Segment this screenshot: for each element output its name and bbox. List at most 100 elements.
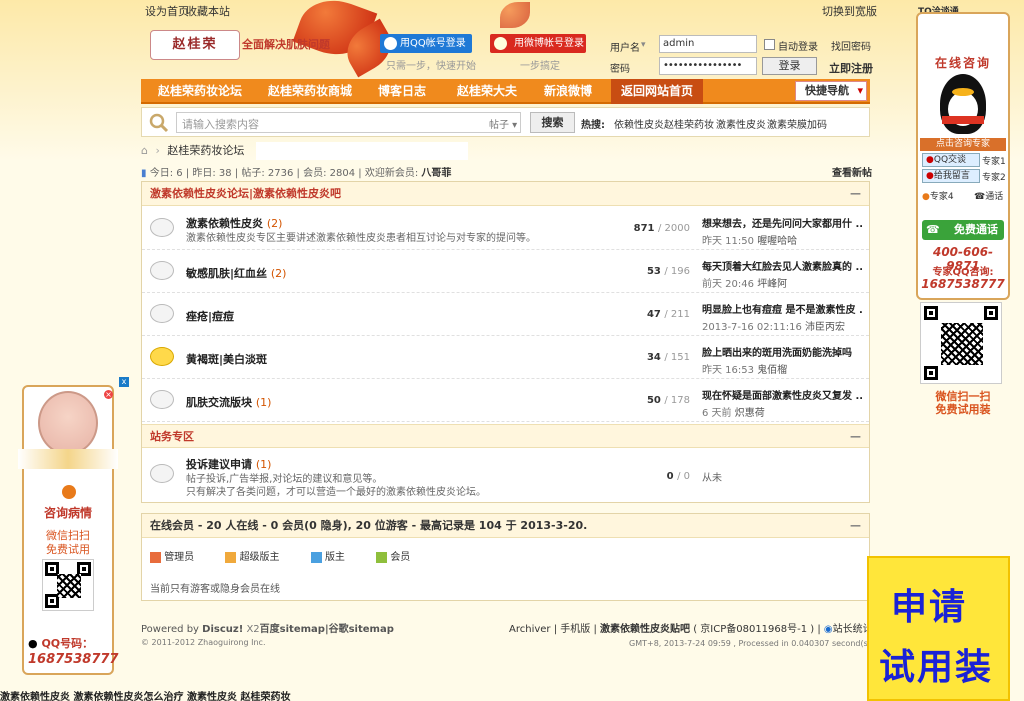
trial-label: 免费试用 — [46, 543, 90, 556]
hot-search-link[interactable]: 激素性皮炎 — [716, 116, 766, 131]
copyright: © 2011-2012 Zhaoguirong Inc. — [141, 638, 266, 647]
expert-2-label[interactable]: 专家2 — [982, 170, 1006, 183]
site-link[interactable]: 激素依赖性皮炎贴吧 — [600, 624, 690, 635]
nav-item-home[interactable]: 返回网站首页 — [611, 79, 704, 104]
person-icon: ● — [922, 192, 930, 202]
leave-message-button[interactable]: ●给我留言 — [922, 169, 980, 183]
forum-row[interactable]: 痤疮|痘痘 47 / 211 明显脸上也有痘痘 是不是激素性皮 ... 2013-… — [142, 293, 869, 336]
expert-4-label[interactable]: ●专家4 — [922, 189, 954, 202]
forum-row[interactable]: 投诉建议申请 (1) 帖子投诉,广告举报,对论坛的建议和意见等。 只有解决了各类… — [142, 449, 869, 502]
nav-item-mall[interactable]: 赵桂荣药妆商城 — [268, 79, 352, 104]
nav-item-doctor[interactable]: 赵桂荣大夫 — [457, 79, 517, 104]
forum-title[interactable]: 黄褐斑|美白淡斑 — [186, 351, 267, 367]
collapse-icon[interactable]: — — [850, 514, 861, 538]
search-button[interactable]: 搜索 — [530, 112, 575, 133]
switch-wide-link[interactable]: 切换到宽版 — [822, 3, 877, 19]
close-icon[interactable]: x — [119, 377, 129, 387]
chevron-down-icon[interactable]: ▾ — [641, 40, 646, 50]
chart-icon: ▮ — [141, 168, 147, 179]
forum-stats: 53 / 196 — [646, 266, 690, 277]
search-input[interactable]: 请输入搜索内容 — [176, 112, 521, 133]
newest-member-link[interactable]: 八哥菲 — [421, 168, 451, 179]
forum-row[interactable]: 敏感肌肤|红血丝 (2) 53 / 196 每天顶着大红脸去见人激素脸真的 ..… — [142, 250, 869, 293]
qq-icon — [384, 37, 397, 50]
discuz-link[interactable]: Discuz! — [202, 624, 243, 635]
collapse-icon[interactable]: — — [850, 425, 861, 449]
sitemap-links[interactable]: 百度sitemap|谷歌sitemap — [260, 624, 394, 635]
forum-title[interactable]: 敏感肌肤|红血丝 (2) — [186, 265, 286, 281]
hot-search-link[interactable]: 依赖性皮炎 — [614, 116, 664, 131]
forum-title[interactable]: 肌肤交流版块 (1) — [186, 394, 271, 410]
nav-item-forum[interactable]: 赵桂荣药妆论坛 — [158, 79, 242, 104]
group-header[interactable]: 站务专区 — — [142, 424, 869, 448]
super-mod-icon — [225, 551, 237, 563]
trial-promo-banner[interactable]: 申请 试用装 — [867, 556, 1010, 701]
collapse-icon[interactable]: — — [850, 182, 861, 206]
icp-link[interactable]: ( 京ICP备08011968号-1 ) — [693, 624, 814, 635]
member-icon — [376, 551, 388, 563]
quick-nav-button[interactable]: 快捷导航 ▾ — [795, 81, 867, 101]
search-scope-select[interactable]: 帖子 ▾ — [489, 116, 517, 131]
register-link[interactable]: 立即注册 — [829, 60, 873, 76]
free-call-button[interactable]: ☎ 免费通话 — [922, 220, 1004, 240]
site-logo[interactable]: 赵桂荣 — [150, 30, 240, 60]
auto-login-checkbox[interactable] — [764, 39, 775, 50]
forgot-password-link[interactable]: 找回密码 — [831, 38, 871, 53]
forum-last-post[interactable]: 脸上晒出来的斑用洗面奶能洗掉吗 昨天 16:53 鬼佰榴 — [702, 344, 862, 376]
slogan: 全面解决肌肤问题 — [242, 38, 330, 51]
home-icon[interactable]: ⌂ — [141, 144, 148, 157]
forum-last-post[interactable]: 明显脸上也有痘痘 是不是激素性皮 ... 2013-7-16 02:11:16 沛… — [702, 301, 862, 333]
username-input[interactable]: admin — [659, 35, 757, 53]
expert-1-label[interactable]: 专家1 — [982, 154, 1006, 167]
password-input[interactable]: •••••••••••••••• — [659, 57, 757, 75]
consult-label[interactable]: 咨询病情 — [24, 504, 112, 521]
stat-yesterday: 昨日: 38 — [192, 168, 232, 179]
forum-last-post[interactable]: 想来想去，还是先问问大家都用什 ... 昨天 11:50 喔喔哈哈 — [702, 215, 862, 247]
message-icon: ● — [926, 171, 934, 181]
stat-icon: ◉ — [823, 624, 833, 635]
qq-number-label: ● QQ号码： — [28, 637, 94, 650]
archiver-link[interactable]: Archiver — [509, 624, 551, 635]
search-icon — [149, 113, 169, 133]
group-header[interactable]: 激素依赖性皮炎论坛|激素依赖性皮炎吧 — — [142, 182, 869, 206]
weibo-login-button[interactable]: 用微博帐号登录 — [490, 34, 586, 53]
online-legend: 管理员 超级版主 版主 会员 — [150, 548, 410, 563]
call-link[interactable]: ☎通话 — [974, 189, 1003, 202]
forum-row[interactable]: 黄褐斑|美白淡斑 34 / 151 脸上晒出来的斑用洗面奶能洗掉吗 昨天 16:5… — [142, 336, 869, 379]
weibo-login-hint: 一步搞定 — [520, 61, 560, 72]
forum-row[interactable]: 肌肤交流版块 (1) 50 / 178 现在怀疑是面部激素性皮炎又复发 ... 6… — [142, 379, 869, 422]
nav-item-blog[interactable]: 博客日志 — [378, 79, 426, 104]
bookmark-link[interactable]: 收藏本站 — [186, 3, 230, 19]
qq-icon: ● — [926, 155, 934, 165]
forum-new-icon — [150, 347, 174, 366]
login-button[interactable]: 登录 — [762, 57, 817, 75]
expert-qq-number[interactable]: 1687538777 — [918, 277, 1008, 291]
forum-desc: 激素依赖性皮炎专区主要讲述激素依赖性皮炎患者相互讨论与对专家的提问等。 — [186, 233, 536, 244]
forum-last-post[interactable]: 现在怀疑是面部激素性皮炎又复发 ... 6 天前 炽惠荷 — [702, 387, 862, 419]
qq-number[interactable]: 1687538777 — [28, 652, 118, 667]
qq-login-button[interactable]: 用QQ帐号登录 — [380, 34, 472, 53]
person-icon — [62, 485, 76, 499]
forum-icon — [150, 218, 174, 237]
qq-penguin-icon[interactable] — [940, 74, 986, 134]
close-icon[interactable]: × — [104, 390, 113, 399]
forum-last-post[interactable]: 每天顶着大红脸去见人激素脸真的 ... 前天 20:46 坪峰阿 — [702, 258, 862, 290]
forum-stats: ▮ 今日: 6 | 昨日: 38 | 帖子: 2736 | 会员: 2804 |… — [141, 168, 452, 179]
stat-today: 今日: 6 — [149, 168, 183, 179]
hot-search-link[interactable]: 赵桂荣药妆 — [664, 116, 714, 131]
forum-row[interactable]: 激素依赖性皮炎 (2) 激素依赖性皮炎专区主要讲述激素依赖性皮炎患者相互讨论与对… — [142, 207, 869, 250]
username-label: 用户名 — [610, 43, 640, 54]
qq-chat-button[interactable]: ●QQ交谈 — [922, 153, 980, 167]
mobile-link[interactable]: 手机版 — [560, 624, 590, 635]
expert-qq-label: 专家QQ咨询: — [932, 267, 994, 278]
online-note: 当前只有游客或隐身会员在线 — [150, 584, 280, 595]
breadcrumb-forum[interactable]: 赵桂荣药妆论坛 — [167, 144, 244, 157]
nav-item-weibo[interactable]: 新浪微博 — [544, 79, 592, 104]
latest-posts-link[interactable]: 查看新帖 — [832, 164, 872, 179]
online-header[interactable]: 在线会员 - 20 人在线 - 0 会员(0 隐身), 20 位游客 - 最高记… — [142, 514, 869, 538]
set-home-link[interactable]: 设为首页 — [145, 3, 189, 19]
forum-title[interactable]: 痤疮|痘痘 — [186, 308, 234, 324]
hot-search-link[interactable]: 激素荣膜加码 — [767, 116, 827, 131]
click-consult-bar[interactable]: 点击咨询专家 — [920, 138, 1006, 151]
auto-login-label[interactable]: 自动登录 — [778, 38, 818, 53]
